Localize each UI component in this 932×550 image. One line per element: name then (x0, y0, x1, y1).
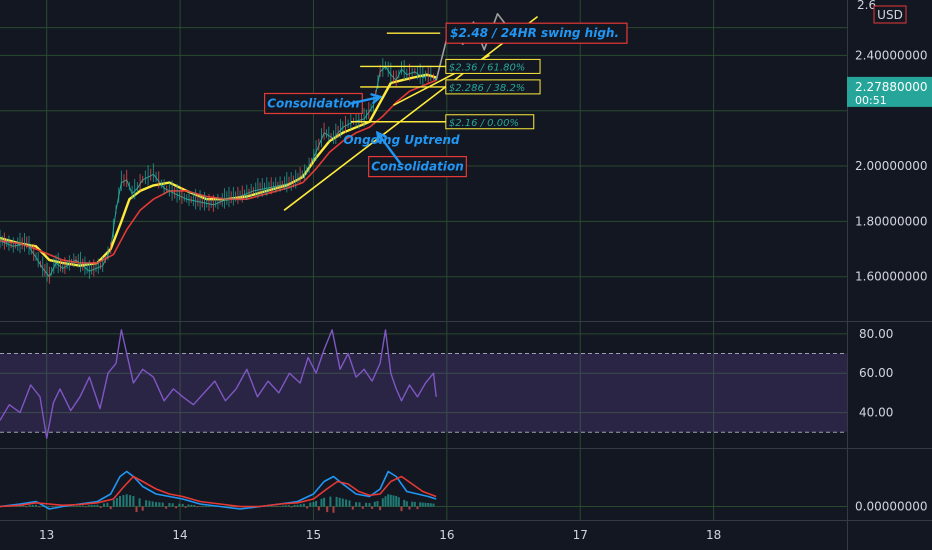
time-tick-label: 13 (39, 528, 54, 542)
fib-label: $2.286 / 38.2% (449, 83, 525, 94)
time-tick-label: 15 (306, 528, 321, 542)
time-tick-label: 14 (172, 528, 187, 542)
price-chart[interactable]: $2.48 / 24HR swing high. $2.36 / 61.80% $2… (0, 0, 932, 550)
oscillator-tick-label: 60.00 (859, 366, 893, 380)
oscillator-band (0, 353, 847, 433)
currency-label: USD (877, 8, 903, 22)
time-tick-label: 16 (439, 528, 454, 542)
price-tick-label: 2.00000000 (855, 159, 928, 173)
annotation-label: Consolidation (371, 160, 464, 174)
annotation-label: Ongoing Uptrend (343, 133, 460, 147)
macd-tick-label: 0.00000000 (855, 500, 928, 514)
price-tick-label: 1.80000000 (855, 214, 928, 228)
fib-label: $2.16 / 0.00% (449, 118, 519, 129)
time-tick-label: 17 (573, 528, 588, 542)
price-tick-label: 2.40000000 (855, 48, 928, 62)
oscillator-tick-label: 40.00 (859, 406, 893, 420)
time-tick-label: 18 (706, 528, 721, 542)
fib-label: $2.48 / 24HR swing high. (450, 26, 619, 40)
price-tick-label: 2.6 (857, 0, 876, 12)
annotation-label: Consolidation (267, 96, 360, 110)
oscillator-band-fill (0, 353, 847, 433)
fib-label: $2.36 / 61.80% (449, 62, 525, 73)
oscillator-tick-label: 80.00 (859, 327, 893, 341)
price-tag-countdown: 00:51 (855, 94, 887, 107)
price-tag-value: 2.27880000 (855, 80, 928, 94)
price-tick-label: 1.60000000 (855, 270, 928, 284)
